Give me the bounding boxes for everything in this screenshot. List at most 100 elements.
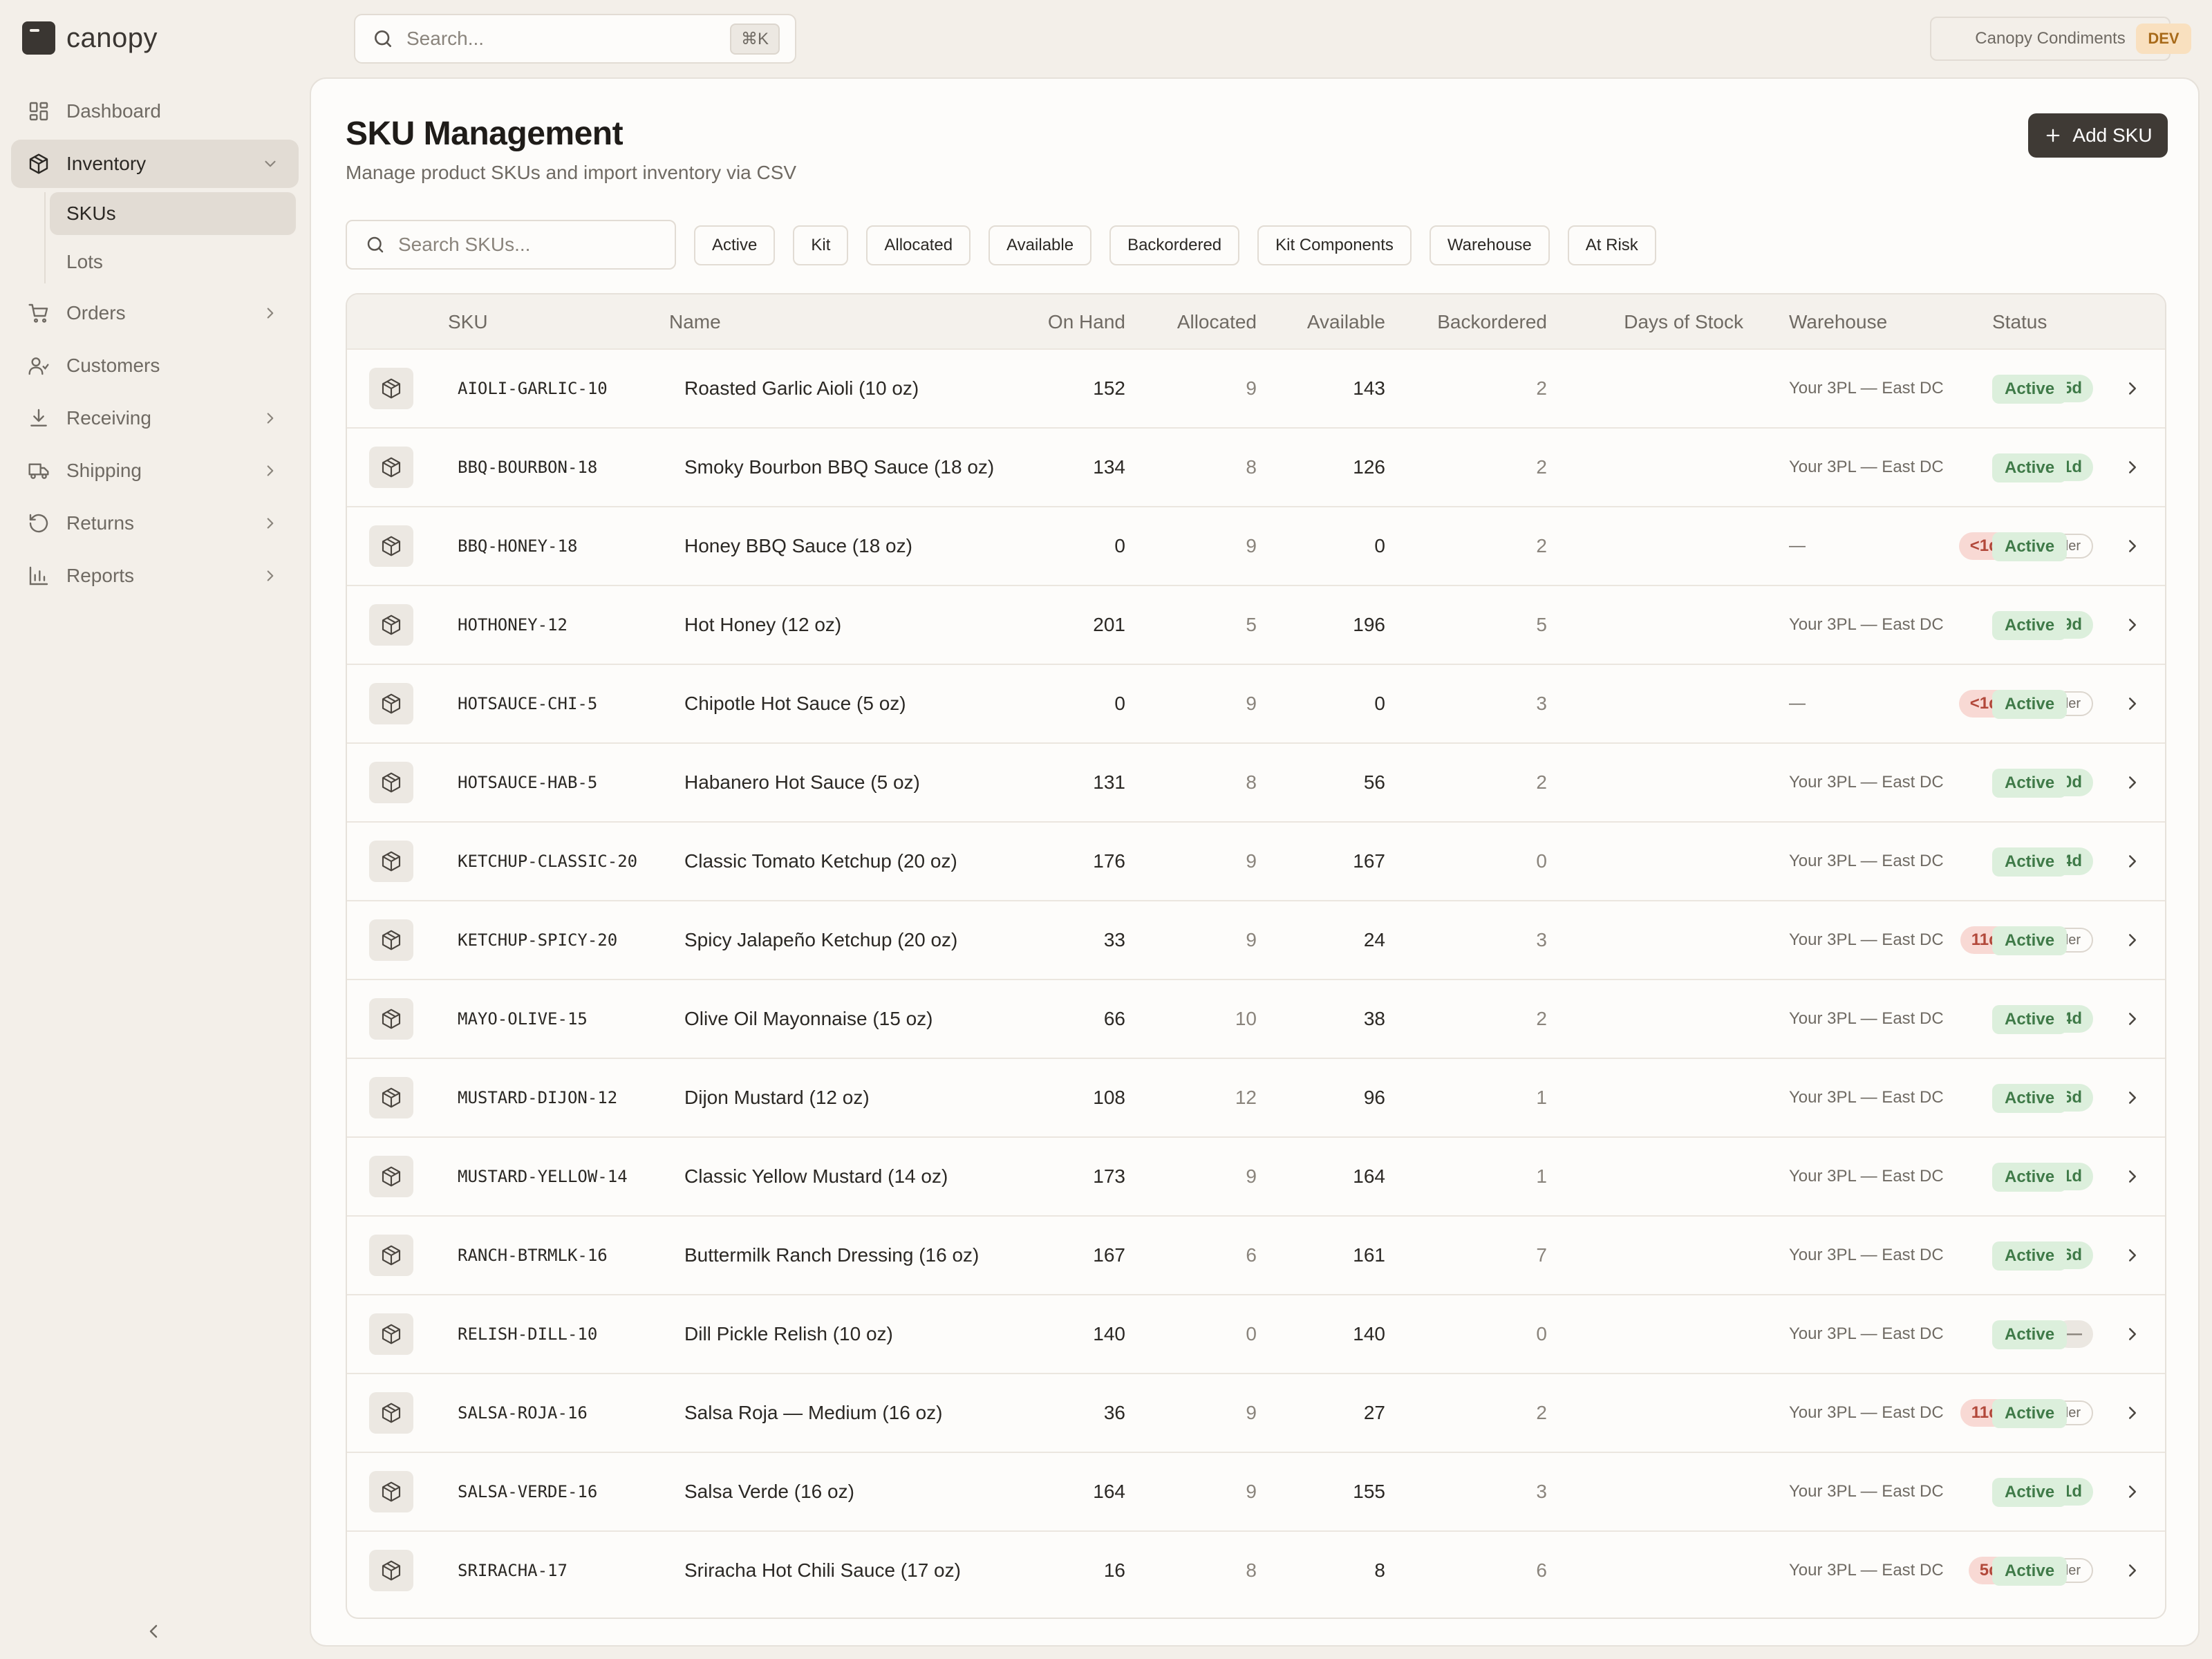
sku-code: HOTHONEY-12	[458, 615, 568, 635]
sku-search-input[interactable]	[398, 234, 675, 256]
chevron-right-icon[interactable]	[2122, 456, 2143, 478]
filter-chip-kit-components[interactable]: Kit Components	[1257, 225, 1412, 265]
table-row[interactable]: SALSA-ROJA-16 Salsa Roja — Medium (16 oz)…	[347, 1374, 2165, 1453]
chevron-right-icon[interactable]	[2122, 850, 2143, 872]
add-sku-button[interactable]: Add SKU	[2028, 113, 2168, 158]
chevron-right-icon[interactable]	[2122, 535, 2143, 557]
status-badge: Active	[1992, 1163, 2068, 1192]
available-value: 140	[1353, 1323, 1385, 1344]
table-row[interactable]: SALSA-VERDE-16 Salsa Verde (16 oz) 164 9 155…	[347, 1453, 2165, 1532]
sku-code: SALSA-ROJA-16	[458, 1403, 588, 1423]
on-hand-value: 66	[1103, 1008, 1125, 1029]
on-hand-value: 36	[1103, 1402, 1125, 1423]
column-header-status[interactable]: Status	[1992, 294, 2047, 350]
sku-code: KETCHUP-SPICY-20	[458, 930, 618, 950]
table-row[interactable]: RANCH-BTRMLK-16 Buttermilk Ranch Dressing…	[347, 1217, 2165, 1295]
sidebar-item-customers[interactable]: Customers	[11, 341, 299, 390]
table-row[interactable]: BBQ-HONEY-18 Honey BBQ Sauce (18 oz) 0 9 0 2 <…	[347, 507, 2165, 586]
column-header-sku[interactable]: SKU	[448, 294, 488, 350]
chevron-right-icon[interactable]	[2122, 1087, 2143, 1109]
backordered-value: 2	[1536, 456, 1547, 478]
sidebar-item-shipping[interactable]: Shipping	[11, 447, 299, 495]
on-hand-value: 152	[1093, 377, 1125, 399]
column-header-warehouse[interactable]: Warehouse	[1789, 294, 1887, 350]
table-row[interactable]: HOTSAUCE-HAB-5 Habanero Hot Sauce (5 oz) 1…	[347, 744, 2165, 823]
filter-chip-backordered[interactable]: Backordered	[1109, 225, 1240, 265]
sku-name: Smoky Bourbon BBQ Sauce (18 oz)	[684, 456, 995, 478]
filter-chip-active[interactable]: Active	[694, 225, 776, 265]
table-row[interactable]: RELISH-DILL-10 Dill Pickle Relish (10 oz)…	[347, 1295, 2165, 1374]
filter-chip-kit[interactable]: Kit	[793, 225, 849, 265]
filter-chip-warehouse[interactable]: Warehouse	[1429, 225, 1550, 265]
sku-code: RELISH-DILL-10	[458, 1324, 598, 1344]
column-header-on-hand[interactable]: On Hand	[1048, 294, 1125, 350]
chevron-right-icon[interactable]	[2122, 1165, 2143, 1188]
table-row[interactable]: KETCHUP-CLASSIC-20 Classic Tomato Ketchup…	[347, 823, 2165, 901]
sidebar-subitem-skus[interactable]: SKUs	[50, 192, 296, 235]
chevron-right-icon[interactable]	[2122, 614, 2143, 636]
table-row[interactable]: AIOLI-GARLIC-10 Roasted Garlic Aioli (10 …	[347, 350, 2165, 429]
org-switcher-button[interactable]: Canopy Condiments	[1930, 17, 2171, 61]
table-row[interactable]: HOTSAUCE-CHI-5 Chipotle Hot Sauce (5 oz) 0…	[347, 665, 2165, 744]
collapse-sidebar-icon[interactable]	[144, 1618, 163, 1645]
allocated-value: 9	[1246, 1402, 1257, 1423]
sidebar-item-receiving[interactable]: Receiving	[11, 394, 299, 442]
sku-code: RANCH-BTRMLK-16	[458, 1246, 608, 1265]
sku-search[interactable]	[346, 220, 676, 270]
global-search-input[interactable]	[406, 28, 730, 50]
allocated-value: 9	[1246, 535, 1257, 556]
search-icon	[372, 28, 394, 50]
table-row[interactable]: KETCHUP-SPICY-20 Spicy Jalapeño Ketchup (…	[347, 901, 2165, 980]
chevron-right-icon[interactable]	[2122, 1008, 2143, 1030]
chevron-right-icon[interactable]	[2122, 771, 2143, 794]
table-row[interactable]: SRIRACHA-17 Sriracha Hot Chili Sauce (17 …	[347, 1532, 2165, 1611]
table-row[interactable]: BBQ-BOURBON-18 Smoky Bourbon BBQ Sauce (1…	[347, 429, 2165, 507]
sku-code: HOTSAUCE-HAB-5	[458, 773, 598, 792]
sku-name: Chipotle Hot Sauce (5 oz)	[684, 693, 906, 714]
chevron-right-icon[interactable]	[2122, 1244, 2143, 1266]
allocated-value: 12	[1235, 1087, 1257, 1108]
column-header-available[interactable]: Available	[1307, 294, 1385, 350]
chevron-right-icon[interactable]	[2122, 693, 2143, 715]
sidebar-subitem-lots[interactable]: Lots	[50, 241, 296, 283]
sidebar-item-orders[interactable]: Orders	[11, 289, 299, 337]
table-row[interactable]: MAYO-OLIVE-15 Olive Oil Mayonnaise (15 oz…	[347, 980, 2165, 1059]
column-header-name[interactable]: Name	[669, 294, 721, 350]
sku-code: SRIRACHA-17	[458, 1561, 568, 1580]
chevron-right-icon[interactable]	[2122, 929, 2143, 951]
column-header-allocated[interactable]: Allocated	[1177, 294, 1257, 350]
allocated-value: 9	[1246, 693, 1257, 714]
warehouse-value: Your 3PL — East DC	[1789, 1167, 1944, 1185]
app-logo[interactable]: canopy	[22, 21, 158, 55]
table-row[interactable]: MUSTARD-YELLOW-14 Classic Yellow Mustard …	[347, 1138, 2165, 1217]
chevron-right-icon[interactable]	[2122, 1402, 2143, 1424]
table-row[interactable]: HOTHONEY-12 Hot Honey (12 oz) 201 5 196 5 69d Y…	[347, 586, 2165, 665]
sku-name: Roasted Garlic Aioli (10 oz)	[684, 377, 919, 399]
filter-chip-at-risk[interactable]: At Risk	[1567, 225, 1656, 265]
package-icon	[369, 525, 413, 567]
column-header-days-of-stock[interactable]: Days of Stock	[1624, 294, 1743, 350]
sidebar-item-inventory[interactable]: Inventory	[11, 140, 299, 188]
warehouse-value: Your 3PL — East DC	[1789, 852, 1944, 870]
package-icon	[369, 1156, 413, 1197]
chevron-right-icon[interactable]	[2122, 1481, 2143, 1503]
table-row[interactable]: MUSTARD-DIJON-12 Dijon Mustard (12 oz) 108…	[347, 1059, 2165, 1138]
sidebar-item-label: Returns	[66, 512, 135, 534]
package-icon	[369, 1550, 413, 1591]
sidebar-item-reports[interactable]: Reports	[11, 552, 299, 600]
chevron-right-icon[interactable]	[2122, 377, 2143, 400]
status-badge: Active	[1992, 1478, 2068, 1507]
sidebar-item-dashboard[interactable]: Dashboard	[11, 87, 299, 135]
sku-name: Honey BBQ Sauce (18 oz)	[684, 535, 912, 556]
column-header-backordered[interactable]: Backordered	[1437, 294, 1547, 350]
chevron-right-icon[interactable]	[2122, 1559, 2143, 1582]
status-badge: Active	[1992, 847, 2068, 877]
sku-code: MUSTARD-DIJON-12	[458, 1088, 618, 1107]
rotate-ccw-icon	[28, 512, 50, 534]
filter-chip-allocated[interactable]: Allocated	[866, 225, 971, 265]
allocated-value: 8	[1246, 456, 1257, 478]
filter-chip-available[interactable]: Available	[988, 225, 1092, 265]
chevron-right-icon[interactable]	[2122, 1323, 2143, 1345]
sidebar-item-returns[interactable]: Returns	[11, 499, 299, 547]
global-search[interactable]: ⌘K	[354, 14, 796, 64]
